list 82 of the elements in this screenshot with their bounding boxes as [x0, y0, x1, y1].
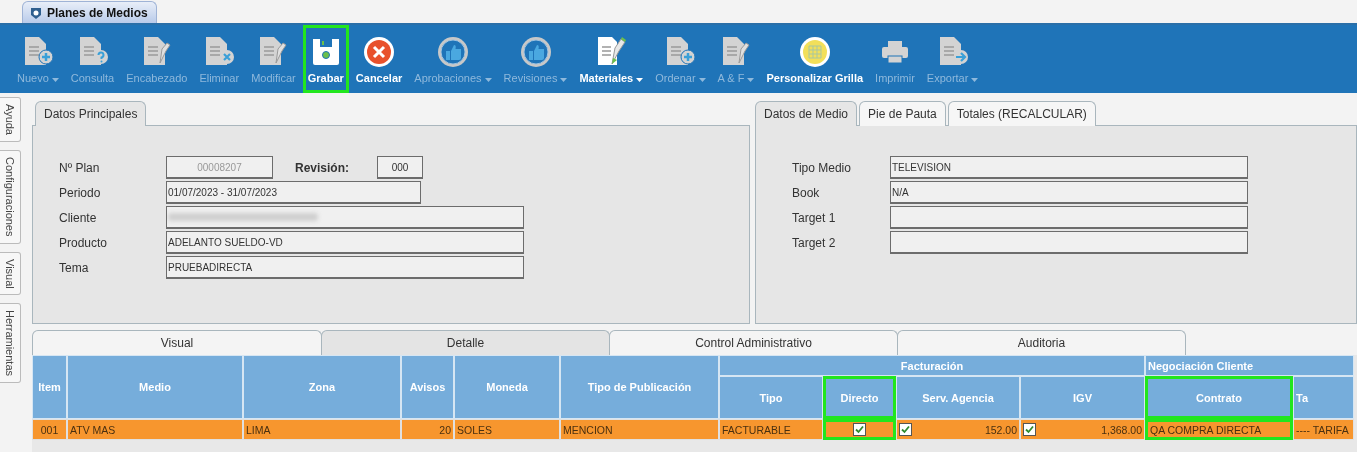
column-header[interactable]: Zona	[243, 355, 401, 419]
field-label: Periodo	[59, 185, 102, 200]
table-cell: SOLES	[454, 419, 560, 440]
amount-text: 1,368.00	[1101, 423, 1142, 436]
field-label: Target 1	[792, 210, 837, 225]
client-field[interactable]	[166, 206, 524, 229]
text-field[interactable]: 01/07/2023 - 31/07/2023	[166, 181, 421, 204]
field-label: Target 2	[792, 235, 837, 250]
column-header[interactable]: Serv. Agencia	[896, 376, 1020, 419]
column-header[interactable]: Avisos	[401, 355, 454, 419]
toolbar-button[interactable]: Exportar	[921, 25, 984, 93]
toolbar-button[interactable]: Revisiones	[498, 25, 573, 93]
toolbar-button[interactable]: Grabar	[302, 25, 349, 93]
toolbar-button[interactable]: Imprimir	[870, 25, 920, 93]
table-cell: 001	[32, 419, 67, 440]
column-header[interactable]: Moneda	[454, 355, 560, 419]
field-label: Producto	[59, 235, 109, 250]
table-cell: FACTURABLE	[719, 419, 823, 440]
panel-tab[interactable]: Datos Principales	[35, 101, 147, 126]
text-field[interactable]: ADELANTO SUELDO-VD	[166, 231, 524, 254]
text-field[interactable]: N/A	[890, 181, 1248, 204]
panel-tab[interactable]: Totales (RECALCULAR)	[947, 101, 1096, 126]
table-cell: LIMA	[243, 419, 401, 440]
side-tab[interactable]: Configuraciones	[0, 150, 21, 244]
column-header[interactable]: Directo	[823, 376, 896, 419]
text-field[interactable]: TELEVISION	[890, 156, 1248, 179]
checkmark-icon	[901, 425, 910, 434]
plan-number-field[interactable]: 00008207	[166, 156, 273, 179]
toolbar-button[interactable]: Eliminar	[194, 25, 245, 93]
text-field[interactable]	[890, 206, 1248, 229]
panel-tab[interactable]: Datos de Medio	[755, 101, 858, 126]
cancel-icon	[362, 34, 397, 69]
column-header[interactable]: Ta	[1293, 376, 1354, 419]
panel-tab[interactable]: Pie de Pauta	[859, 101, 946, 126]
column-header[interactable]: Item	[32, 355, 67, 419]
toolbar-button[interactable]: Ordenar	[650, 25, 711, 93]
text-field[interactable]: PRUEBADIRECTA	[166, 256, 524, 279]
toolbar-button[interactable]: Cancelar	[350, 25, 408, 93]
app-logo-icon	[29, 5, 43, 20]
grid-icon	[797, 34, 832, 69]
thumbs-up-icon	[435, 34, 470, 69]
panel-background: Nº Plan 00008207 Revisión: 000 Periodo 01/07/2023 - 31/07/2023 Cliente Producto ADELANTO SUELDO-VD Tema PRUEBADIRECTA	[32, 125, 750, 324]
toolbar-button[interactable]: Aprobaciones	[409, 25, 497, 93]
group-header: Negociación Cliente	[1145, 355, 1354, 376]
column-header[interactable]: Tipo de Publicación	[560, 355, 719, 419]
side-tab[interactable]: Herramientas	[0, 303, 21, 384]
toolbar-button[interactable]: Consulta	[65, 25, 120, 93]
checkbox[interactable]	[853, 423, 866, 436]
table-cell: MENCION	[560, 419, 719, 440]
thumbs-up-icon	[518, 34, 553, 69]
checkmark-icon	[855, 425, 864, 434]
table-cell: ATV MAS	[67, 419, 243, 440]
checkbox[interactable]	[1023, 423, 1036, 436]
side-tab[interactable]: Ayuda	[0, 97, 21, 142]
amount-text: 152.00	[984, 423, 1017, 436]
side-tab[interactable]: Visual	[0, 251, 21, 296]
column-header[interactable]: Medio	[67, 355, 243, 419]
detail-tab[interactable]: Visual	[32, 330, 322, 355]
toolbar-button[interactable]: A & F	[712, 25, 760, 93]
window-tab[interactable]: Planes de Medios	[22, 1, 157, 23]
checkmark-icon	[1025, 425, 1034, 434]
table-cell: 20	[401, 419, 454, 440]
checkbox[interactable]	[899, 423, 912, 436]
toolbar-button[interactable]: Modificar	[246, 25, 301, 93]
text-field[interactable]	[890, 231, 1248, 254]
toolbar-button[interactable]: Nuevo	[12, 25, 64, 93]
toolbar-button[interactable]: Personalizar Grilla	[761, 25, 869, 93]
field-label: Book	[792, 185, 821, 200]
detail-tab[interactable]: Detalle	[321, 330, 610, 355]
column-header[interactable]: Contrato	[1145, 376, 1293, 419]
toolbar-button[interactable]: Encabezado	[121, 25, 193, 93]
column-header[interactable]: Tipo	[719, 376, 823, 419]
column-header[interactable]: IGV	[1020, 376, 1145, 419]
group-header: Facturación	[719, 355, 1145, 376]
table-cell: QA COMPRA DIRECTA	[1145, 419, 1293, 440]
table-cell: ---- TARIFA	[1293, 419, 1354, 440]
field-label: Tipo Medio	[792, 160, 852, 175]
detail-tab[interactable]: Auditoria	[897, 330, 1186, 355]
field-label: Tema	[59, 260, 90, 275]
toolbar-button[interactable]: Materiales	[574, 25, 649, 93]
revision-field[interactable]: 000	[377, 156, 423, 179]
field-label: Cliente	[59, 210, 98, 225]
